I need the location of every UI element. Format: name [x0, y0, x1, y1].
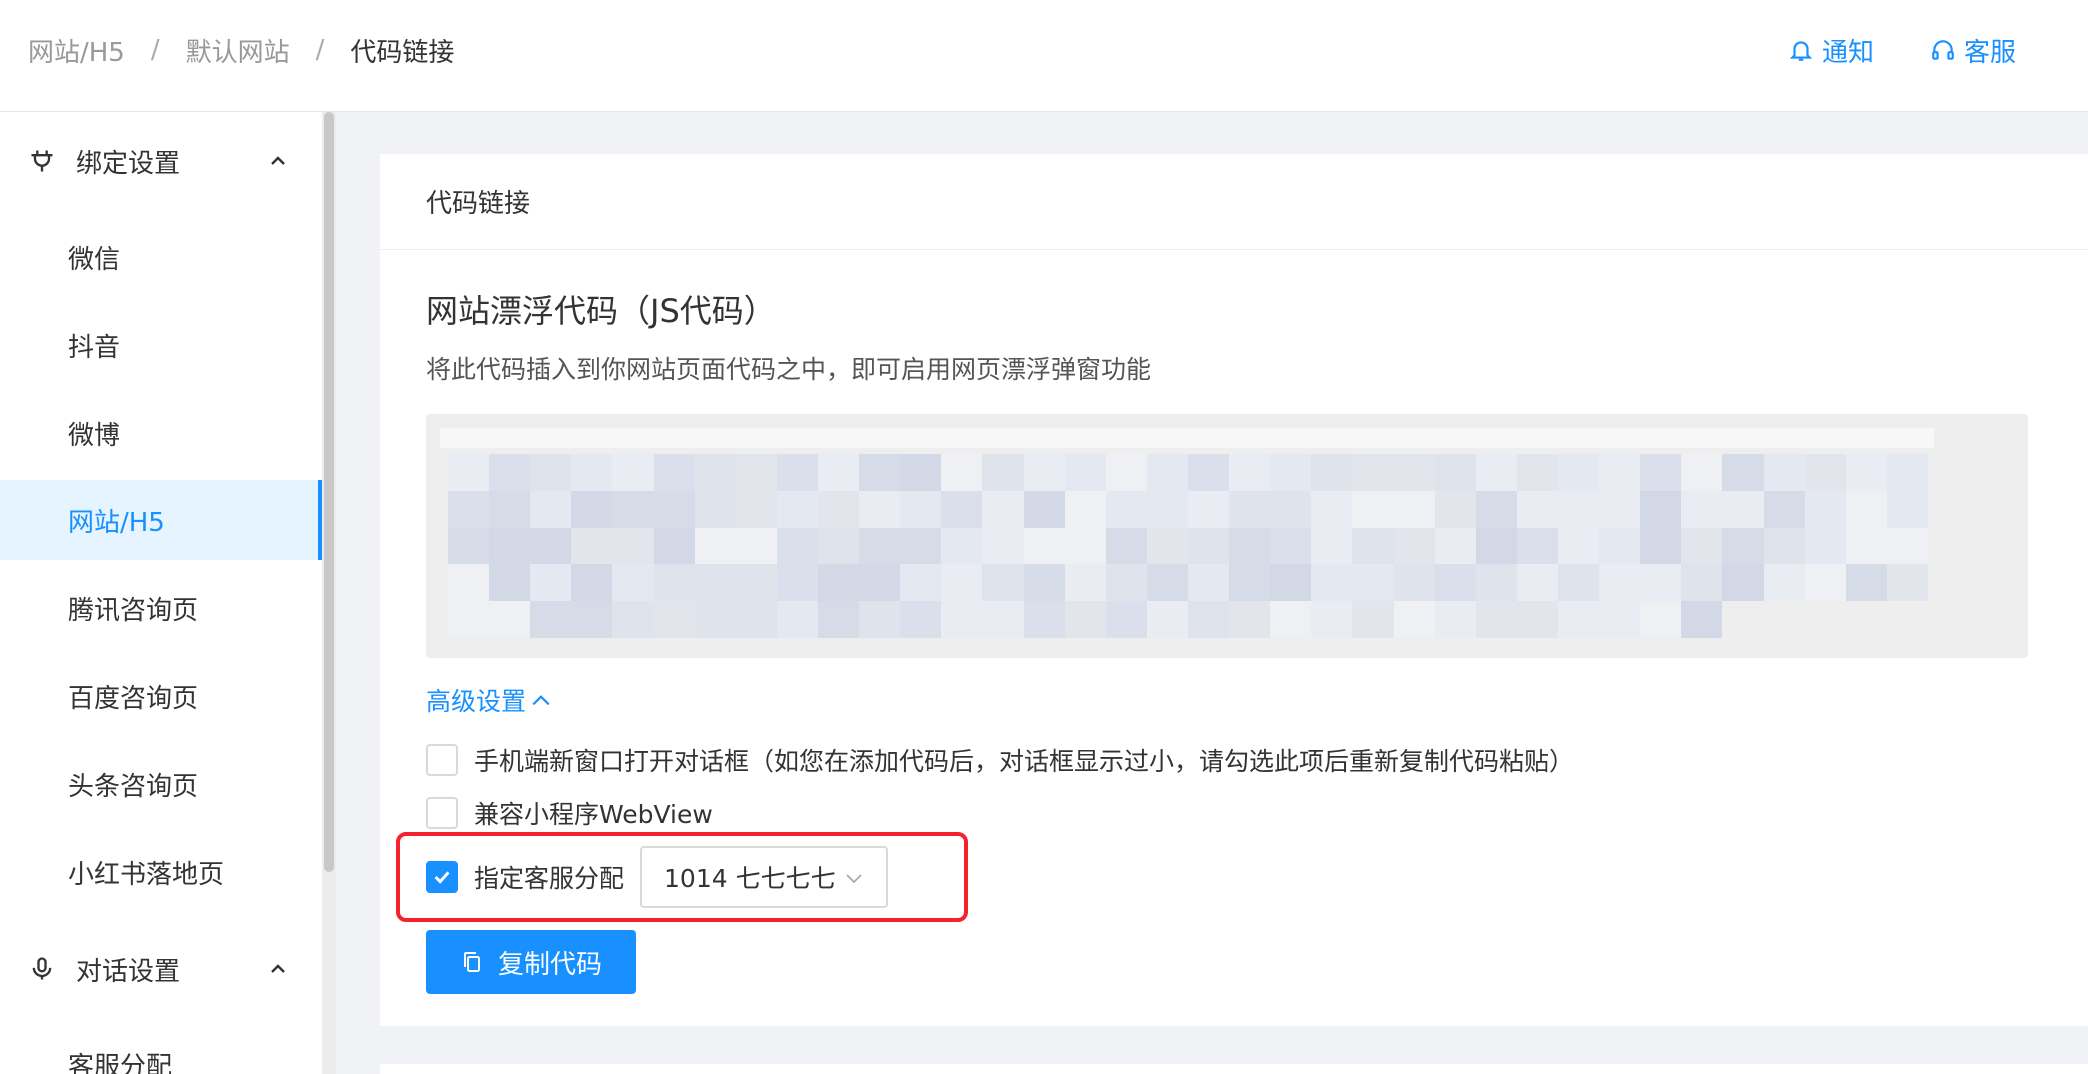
sidebar-item-douyin[interactable]: 抖音 [0, 305, 322, 385]
assign-agent-checkbox[interactable] [426, 861, 458, 893]
agent-select-value: 1014 七七七七 [664, 864, 836, 893]
mobile-new-window-checkbox[interactable] [426, 744, 458, 776]
sidebar-group-binding[interactable]: 绑定设置 [0, 131, 322, 191]
blurred-code [448, 454, 1928, 638]
sidebar-item-weibo[interactable]: 微博 [0, 393, 322, 473]
chevron-up-icon [271, 156, 285, 165]
notify-link[interactable]: 通知 [1788, 32, 1874, 69]
sidebar-item-agent-assign[interactable]: 客服分配 [0, 1024, 322, 1074]
next-card [380, 1064, 2088, 1074]
sidebar-item-website-h5[interactable]: 网站/H5 [0, 480, 322, 560]
section-title: 网站漂浮代码（JS代码） [426, 292, 776, 330]
card-header: 代码链接 [380, 154, 2088, 250]
chevron-down-icon [846, 874, 862, 884]
sidebar-group-label: 对话设置 [76, 956, 181, 987]
sidebar: 绑定设置 微信 抖音 微博 网站/H5 腾讯咨询页 百度咨询页 头条咨询页 小红… [0, 112, 322, 1074]
sidebar-item-xiaohongshu-page[interactable]: 小红书落地页 [0, 832, 322, 912]
plug-icon [31, 150, 53, 172]
copy-code-label: 复制代码 [497, 949, 602, 980]
option-webview-compat: 兼容小程序WebView [426, 795, 713, 831]
sidebar-item-wechat[interactable]: 微信 [0, 217, 322, 297]
breadcrumb: 网站/H5 / 默认网站 / 代码链接 [28, 0, 454, 100]
assign-agent-label: 指定客服分配 [474, 864, 625, 893]
sidebar-item-toutiao-page[interactable]: 头条咨询页 [0, 744, 322, 824]
breadcrumb-item-default-site[interactable]: 默认网站 [186, 32, 290, 69]
code-first-line [440, 428, 1934, 448]
sidebar-item-tencent-page[interactable]: 腾讯咨询页 [0, 568, 322, 648]
chevron-up-icon [271, 964, 285, 973]
breadcrumb-separator: / [315, 35, 325, 65]
header-links: 通知 客服 [1788, 0, 2016, 100]
webview-compat-label: 兼容小程序WebView [474, 800, 713, 829]
option-mobile-new-window: 手机端新窗口打开对话框（如您在添加代码后，对话框显示过小，请勾选此项后重新复制代… [426, 742, 1574, 778]
section-description: 将此代码插入到你网站页面代码之中，即可启用网页漂浮弹窗功能 [426, 355, 1152, 384]
advanced-settings-toggle[interactable]: 高级设置 [426, 682, 552, 718]
scrollbar-thumb[interactable] [324, 112, 334, 872]
customer-service-label: 客服 [1963, 37, 2016, 68]
bell-icon [1789, 41, 1813, 61]
copy-code-button[interactable]: 复制代码 [426, 930, 636, 994]
mobile-new-window-label: 手机端新窗口打开对话框（如您在添加代码后，对话框显示过小，请勾选此项后重新复制代… [474, 747, 1575, 776]
advanced-settings-label: 高级设置 [426, 687, 527, 716]
option-assign-agent: 指定客服分配 1014 七七七七 [426, 846, 889, 908]
breadcrumb-item-website[interactable]: 网站/H5 [28, 32, 125, 69]
notify-label: 通知 [1821, 37, 1874, 68]
sidebar-group-label: 绑定设置 [76, 148, 181, 179]
breadcrumb-item-current: 代码链接 [350, 37, 455, 68]
code-link-card: 代码链接 网站漂浮代码（JS代码） 将此代码插入到你网站页面代码之中，即可启用网… [380, 154, 2088, 1026]
code-textarea[interactable] [426, 414, 2028, 658]
agent-select[interactable]: 1014 七七七七 [640, 846, 889, 908]
check-icon [434, 871, 450, 884]
sidebar-item-baidu-page[interactable]: 百度咨询页 [0, 656, 322, 736]
sidebar-scrollbar[interactable] [322, 112, 336, 1074]
microphone-icon [32, 957, 52, 980]
copy-icon [463, 952, 480, 972]
customer-service-link[interactable]: 客服 [1930, 32, 2016, 69]
sidebar-group-dialog[interactable]: 对话设置 [0, 939, 322, 999]
breadcrumb-separator: / [150, 35, 160, 65]
top-header: 网站/H5 / 默认网站 / 代码链接 通知 客服 [0, 0, 2088, 112]
headset-icon [1932, 40, 1954, 60]
chevron-up-icon [532, 695, 550, 706]
webview-compat-checkbox[interactable] [426, 797, 458, 829]
